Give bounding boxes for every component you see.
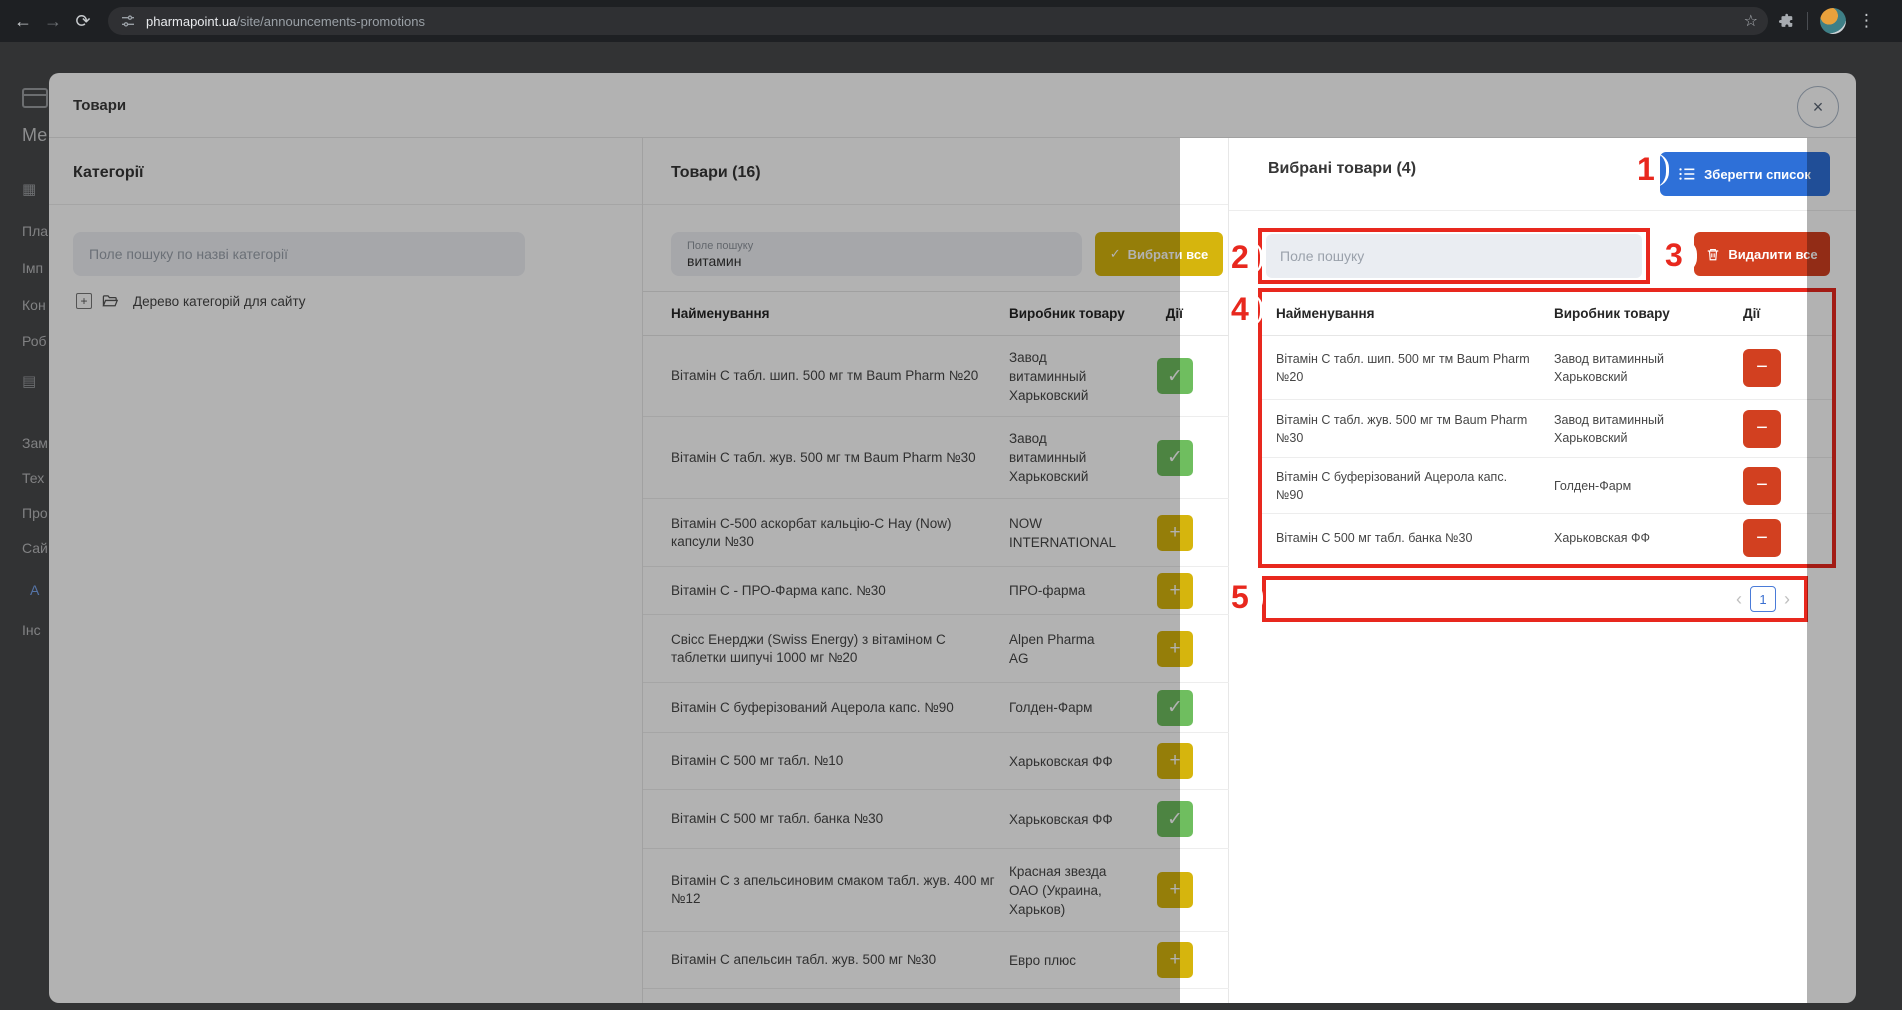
site-settings-icon[interactable]	[120, 13, 136, 29]
pagination-prev-icon[interactable]: ‹	[1736, 590, 1742, 608]
sidebar-item-contacts[interactable]: Кон	[22, 297, 46, 313]
product-action-9[interactable]: +	[1157, 942, 1193, 978]
sidebar-item-import[interactable]: Імп	[22, 260, 43, 276]
pagination-next-icon[interactable]: ›	[1784, 590, 1790, 608]
sidebar-item-tech[interactable]: Тех	[22, 470, 44, 486]
selected-column: Вибрані товари (4) Зберегти список Видал…	[1229, 138, 1856, 1003]
table-row: Вітамін C буферізований Ацерола капс. №9…	[643, 683, 1229, 733]
sidebar-list-icon[interactable]: ▤	[22, 372, 36, 390]
annotation-box-pagination: ‹ 1 ›	[1262, 576, 1808, 622]
selected-remove-0[interactable]: −	[1743, 348, 1781, 387]
selected-remove-2[interactable]: −	[1743, 466, 1781, 505]
sidebar-item-instructions[interactable]: Інс	[22, 622, 41, 638]
products-search-input[interactable]: Поле пошуку витамин	[671, 232, 1082, 276]
extensions-icon[interactable]	[1778, 13, 1795, 30]
products-table: Найменування Виробник товару Дії Вітамін…	[643, 291, 1229, 989]
table-row: Вітамін C апельсин табл. жув. 500 мг №30…	[643, 932, 1229, 989]
product-action-3[interactable]: +	[1157, 572, 1193, 609]
sidebar-item-plans[interactable]: Пла	[22, 223, 48, 239]
product-action-1[interactable]: ✓	[1157, 439, 1193, 476]
overlay-dim-bottom	[0, 1003, 1902, 1010]
product-action-7[interactable]: ✓	[1157, 801, 1193, 837]
toolbar-separator	[1807, 12, 1808, 30]
select-all-button[interactable]: ✓ Вибрати все	[1095, 232, 1223, 276]
product-action-6[interactable]: +	[1157, 743, 1193, 779]
categories-title: Категорії	[73, 164, 144, 181]
annotation-marker-5: 5	[1231, 579, 1263, 615]
reload-icon[interactable]: ⟳	[68, 11, 98, 32]
page-background: Ме ▦ Пла Імп Кон Роб ▤ Зам Тех Про Сай А…	[0, 42, 1902, 1010]
product-action-0[interactable]: ✓	[1157, 358, 1193, 394]
table-row: Вітамін C табл. шип. 500 мг тм Baum Phar…	[643, 336, 1229, 417]
category-search-input[interactable]	[73, 232, 525, 276]
table-row: Свісс Енерджи (Swiss Energy) з вітаміном…	[643, 615, 1229, 683]
product-action-8[interactable]: +	[1157, 872, 1193, 908]
tree-expand-icon[interactable]: +	[76, 293, 92, 309]
sidebar-item-orders[interactable]: Зам	[22, 435, 48, 451]
product-action-4[interactable]: +	[1157, 630, 1193, 667]
sidebar-item-actions[interactable]: А	[30, 582, 39, 598]
sidebar-grid-icon[interactable]: ▦	[22, 180, 36, 198]
selected-row: Вітамін C табл. жув. 500 мг тм Baum Phar…	[1262, 400, 1832, 458]
products-title: Товари (16)	[671, 164, 761, 181]
table-row: Вітамін C з апельсиновим смаком табл. жу…	[643, 849, 1229, 932]
profile-avatar[interactable]	[1820, 8, 1846, 34]
annotation-marker-1: 1	[1637, 151, 1669, 187]
annotation-box-table: Найменування Виробник товару Дії Вітамін…	[1258, 288, 1836, 568]
url-path: /site/announcements-promotions	[236, 13, 425, 29]
forward-icon[interactable]: →	[38, 11, 68, 32]
trash-icon	[1708, 248, 1719, 260]
annotation-marker-2: 2	[1231, 239, 1263, 275]
selected-row: Вітамін C табл. шип. 500 мг тм Baum Phar…	[1262, 336, 1832, 400]
save-list-button[interactable]: Зберегти список	[1660, 152, 1830, 196]
browser-menu-icon[interactable]: ⋮	[1858, 11, 1875, 31]
selected-search-input[interactable]	[1266, 234, 1642, 278]
products-search-label: Поле пошуку	[687, 239, 754, 252]
products-modal: Товари × Категорії + Дерево категорій дл…	[49, 73, 1856, 1003]
table-row: Вітамін C 500 мг табл. №10 Харьковская Ф…	[643, 733, 1229, 790]
table-row: Вітамін C-500 аскорбат кальцію-C Нау (No…	[643, 499, 1229, 567]
modal-header: Товари ×	[49, 73, 1856, 138]
selected-remove-1[interactable]: −	[1743, 409, 1781, 448]
back-icon[interactable]: ←	[8, 11, 38, 32]
selected-table-header: Найменування Виробник товару Дії	[1262, 292, 1832, 336]
tree-item-label: Дерево категорій для сайту	[133, 293, 306, 309]
table-row: Вітамін C табл. жув. 500 мг тм Baum Phar…	[643, 417, 1229, 499]
sidebar-item-site[interactable]: Сай	[22, 540, 48, 556]
product-action-5[interactable]: ✓	[1157, 689, 1193, 726]
sidebar-item-promo[interactable]: Про	[22, 505, 48, 521]
sidebar-item-work[interactable]: Роб	[22, 333, 47, 349]
products-table-header: Найменування Виробник товару Дії	[643, 291, 1229, 336]
product-action-2[interactable]: +	[1157, 514, 1194, 551]
delete-all-button[interactable]: Видалити все	[1694, 232, 1830, 276]
selected-title: Вибрані товари (4)	[1268, 160, 1417, 177]
list-icon	[1679, 168, 1695, 180]
selected-row: Вітамін C буферізований Ацерола капс. №9…	[1262, 458, 1832, 514]
category-tree-item[interactable]: + Дерево категорій для сайту	[76, 293, 306, 309]
url-bar[interactable]: pharmapoint.ua/site/announcements-promot…	[108, 7, 1768, 35]
close-icon[interactable]: ×	[1797, 86, 1839, 128]
annotation-marker-4: 4	[1231, 291, 1263, 327]
sidebar-logo-icon	[22, 88, 48, 108]
products-column: Товари (16) Поле пошуку витамин ✓ Вибрат…	[643, 138, 1229, 1003]
check-icon: ✓	[1109, 246, 1121, 261]
sidebar-item-menu[interactable]: Ме	[22, 125, 47, 146]
folder-open-icon	[102, 294, 119, 306]
categories-column: Категорії + Дерево категорій для сайту	[49, 138, 643, 1003]
browser-toolbar: ← → ⟳ pharmapoint.ua/site/announcements-…	[0, 0, 1902, 42]
products-search-value: витамин	[687, 252, 742, 269]
table-row: Вітамін C 500 мг табл. банка №30 Харьков…	[643, 790, 1229, 849]
selected-remove-3[interactable]: −	[1743, 519, 1781, 557]
table-row: Вітамін C - ПРО-Фарма капс. №30 ПРО-фарм…	[643, 567, 1229, 615]
annotation-box-search	[1258, 228, 1650, 284]
modal-title: Товари	[73, 97, 127, 114]
bookmark-star-icon[interactable]: ☆	[1744, 11, 1758, 31]
pagination-page-1[interactable]: 1	[1750, 586, 1776, 612]
url-domain: pharmapoint.ua	[146, 13, 237, 29]
annotation-marker-3: 3	[1665, 237, 1697, 273]
selected-row: Вітамін C 500 мг табл. банка №30 Харьков…	[1262, 514, 1832, 562]
